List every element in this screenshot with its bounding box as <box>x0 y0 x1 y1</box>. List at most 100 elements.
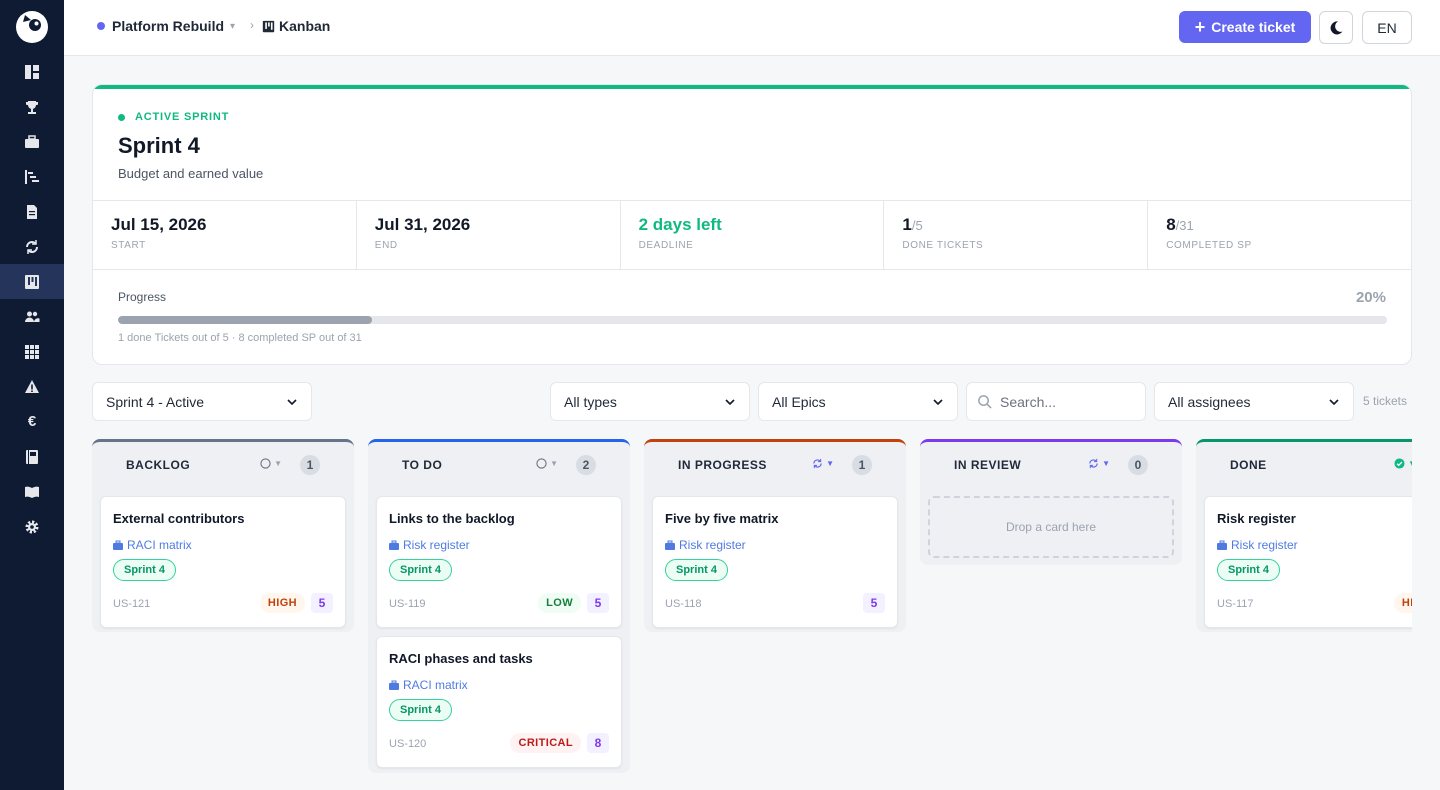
priority-badge: LOW <box>538 593 581 613</box>
card-title: RACI phases and tasks <box>389 651 533 666</box>
card-epic-link[interactable]: RACI matrix <box>389 678 468 692</box>
type-filter-value: All types <box>564 393 617 410</box>
card-sprint-badge: Sprint 4 <box>665 559 728 581</box>
nav-kanban[interactable] <box>0 264 64 299</box>
card-meta: CRITICAL 8 <box>510 733 609 753</box>
column-status-menu[interactable]: ▼ <box>536 458 566 469</box>
chevron-down-icon: ▾ <box>230 20 236 32</box>
story-points-badge: 5 <box>311 593 333 613</box>
card-sprint-badge: Sprint 4 <box>389 699 452 721</box>
card-meta: HIGH <box>1393 593 1412 613</box>
column-status-menu[interactable]: ▼ <box>812 458 842 469</box>
epic-filter-select[interactable]: All Epics <box>758 382 958 421</box>
project-name: Platform Rebuild <box>112 18 225 34</box>
project-switcher[interactable]: Platform Rebuild ▾ <box>97 18 235 34</box>
column-in-progress: IN PROGRESS ▼ 1 Five by five matrix Risk… <box>644 439 906 632</box>
progress-fill <box>118 316 372 324</box>
ticket-card[interactable]: RACI phases and tasks RACI matrix Sprint… <box>376 636 622 768</box>
sync-icon <box>1089 458 1098 469</box>
nav-roadmap[interactable] <box>0 159 64 194</box>
nav-matrix[interactable] <box>0 334 64 369</box>
gantt-icon <box>25 169 39 184</box>
ticket-card[interactable]: Links to the backlog Risk register Sprin… <box>376 496 622 628</box>
column-status-menu[interactable]: ▼ <box>1088 458 1118 469</box>
sprint-select-value: Sprint 4 - Active <box>106 393 205 410</box>
users-icon <box>25 311 40 322</box>
chevron-down-icon <box>933 398 943 405</box>
nav-settings[interactable] <box>0 509 64 544</box>
trophy-icon <box>26 100 38 114</box>
nav-journal[interactable] <box>0 439 64 474</box>
create-ticket-label: Create ticket <box>1211 19 1296 35</box>
column-title: TO DO <box>402 458 443 472</box>
sync-icon <box>813 458 822 469</box>
nav-goals[interactable] <box>0 89 64 124</box>
card-epic-link[interactable]: Risk register <box>389 538 470 552</box>
chevron-down-icon <box>725 398 735 405</box>
column-header: IN PROGRESS ▼ 1 <box>644 442 906 488</box>
completed-sp-total: /31 <box>1175 218 1194 233</box>
briefcase-icon <box>113 540 123 550</box>
card-epic-link[interactable]: RACI matrix <box>113 538 192 552</box>
stat-start-value: Jul 15, 2026 <box>111 215 207 234</box>
column-title: BACKLOG <box>126 458 191 472</box>
card-title: Risk register <box>1217 511 1296 526</box>
column-count: 1 <box>852 455 872 475</box>
card-title: External contributors <box>113 511 245 526</box>
gear-icon <box>25 520 39 533</box>
nav-team[interactable] <box>0 299 64 334</box>
kanban-icon <box>25 274 39 289</box>
caret-down-icon: ▼ <box>550 459 558 468</box>
theme-toggle-button[interactable] <box>1319 11 1353 44</box>
nav-portfolio[interactable] <box>0 124 64 159</box>
ticket-card[interactable]: Risk register Risk register Sprint 4 US-… <box>1204 496 1412 628</box>
sprint-status: ACTIVE SPRINT <box>118 111 229 123</box>
search-input[interactable] <box>1000 393 1140 410</box>
stat-deadline: 2 days left DEADLINE <box>621 201 885 269</box>
stat-done-tickets-value: 1/5 <box>902 215 1129 235</box>
ticket-card[interactable]: External contributors RACI matrix Sprint… <box>100 496 346 628</box>
epic-filter-value: All Epics <box>772 393 826 410</box>
stat-deadline-label: DEADLINE <box>638 240 694 251</box>
nav-wiki[interactable] <box>0 474 64 509</box>
column-count: 0 <box>1128 455 1148 475</box>
card-id: US-117 <box>1217 598 1254 610</box>
column-status-menu[interactable]: ▼ <box>260 458 290 469</box>
stat-start: Jul 15, 2026 START <box>93 201 357 269</box>
topbar: Platform Rebuild ▾ › Kanban + Create tic… <box>64 0 1440 56</box>
nav-risks[interactable] <box>0 369 64 404</box>
briefcase-icon <box>1217 540 1227 550</box>
breadcrumb-separator: › <box>250 18 254 32</box>
create-ticket-button[interactable]: + Create ticket <box>1179 11 1311 43</box>
nav-dashboard[interactable] <box>0 54 64 89</box>
grid-icon <box>25 344 39 359</box>
stat-end-value: Jul 31, 2026 <box>374 215 471 234</box>
app-logo[interactable] <box>15 10 49 44</box>
sprint-select[interactable]: Sprint 4 - Active <box>92 382 312 421</box>
ticket-card[interactable]: Five by five matrix Risk register Sprint… <box>652 496 898 628</box>
moon-icon <box>1330 20 1343 34</box>
circle-status-icon <box>260 458 271 469</box>
search-box[interactable] <box>966 382 1146 421</box>
document-icon <box>27 204 37 219</box>
briefcase-icon <box>25 134 39 148</box>
nav-sprints[interactable] <box>0 229 64 264</box>
card-sprint-badge: Sprint 4 <box>113 559 176 581</box>
card-epic-link[interactable]: Risk register <box>665 538 746 552</box>
card-sprint-badge: Sprint 4 <box>389 559 452 581</box>
column-header: DONE ▼ 1 <box>1196 442 1412 488</box>
assignee-filter-select[interactable]: All assignees <box>1154 382 1354 421</box>
check-circle-icon <box>1394 458 1405 469</box>
stat-deadline-value: 2 days left <box>638 215 722 234</box>
nav-budget[interactable]: € <box>0 404 64 439</box>
column-status-menu[interactable]: ▼ <box>1394 458 1412 469</box>
progress-percent: 20% <box>1355 289 1386 306</box>
language-button[interactable]: EN <box>1362 11 1412 44</box>
nav-documents[interactable] <box>0 194 64 229</box>
card-id: US-118 <box>665 598 702 610</box>
type-filter-select[interactable]: All types <box>550 382 750 421</box>
drop-zone[interactable]: Drop a card here <box>928 496 1174 558</box>
book-open-icon <box>25 486 39 498</box>
caret-down-icon: ▼ <box>826 459 834 468</box>
card-epic-link[interactable]: Risk register <box>1217 538 1298 552</box>
